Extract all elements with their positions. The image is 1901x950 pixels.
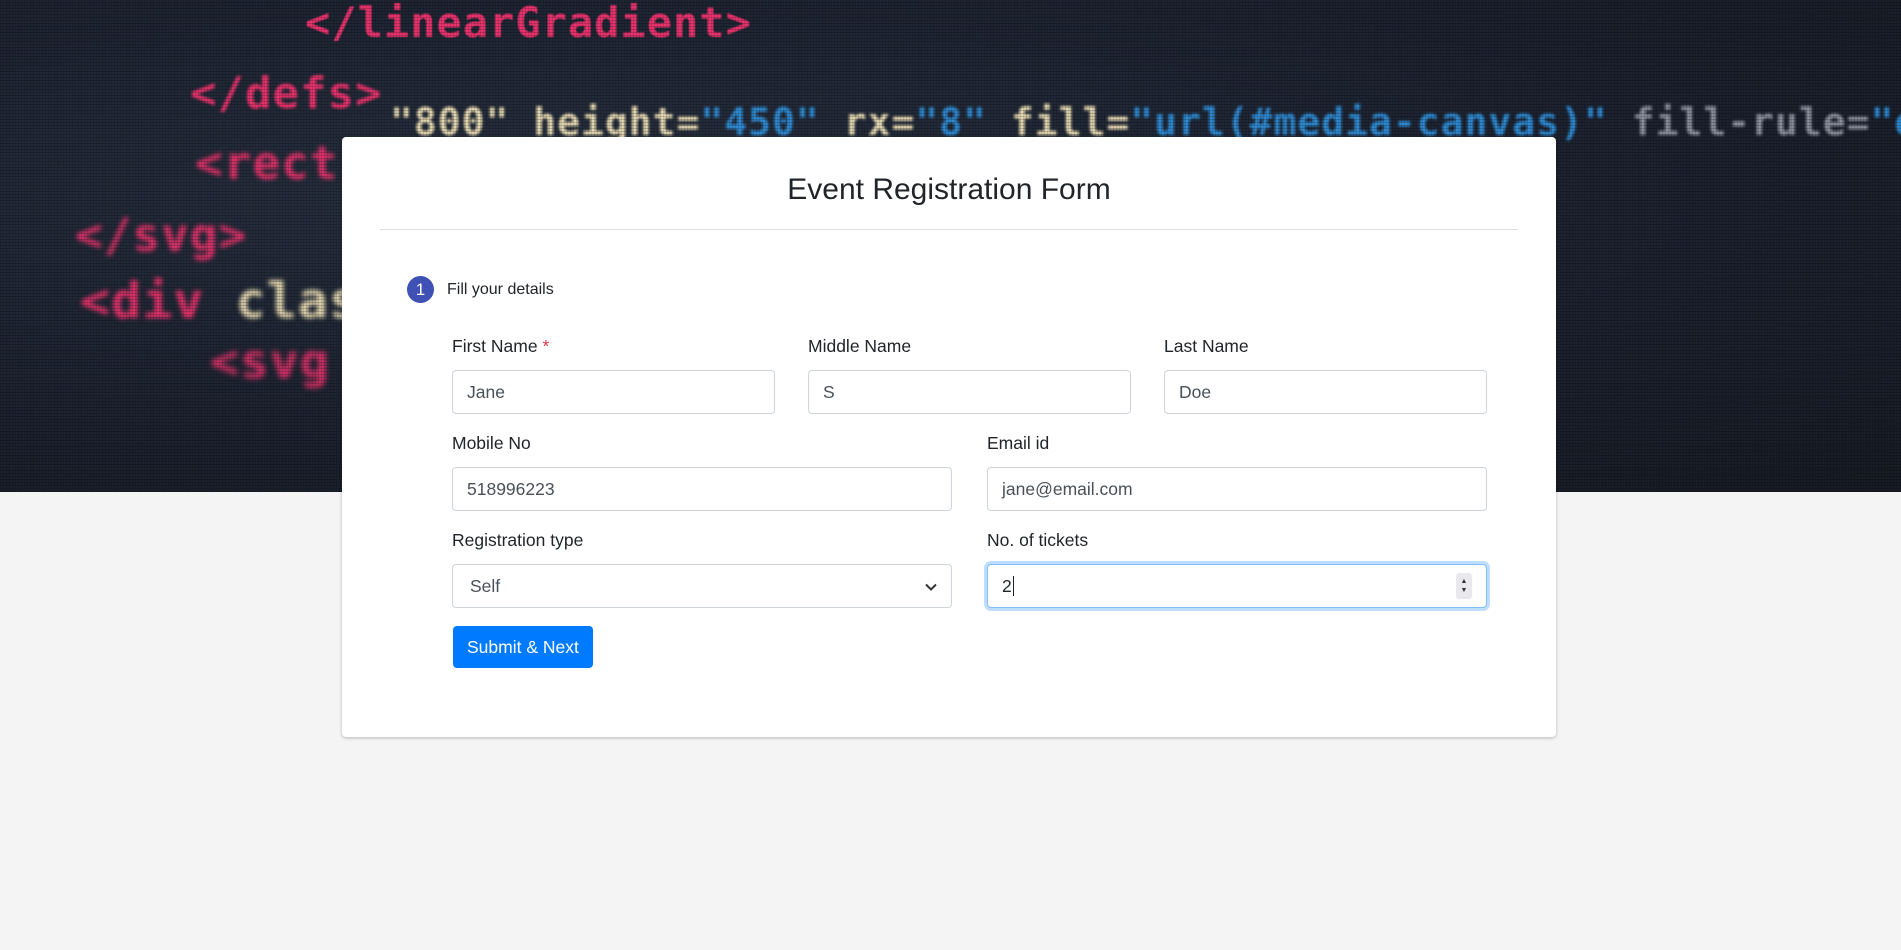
mobile-label: Mobile No bbox=[452, 433, 531, 453]
first-name-input[interactable]: Jane bbox=[452, 370, 775, 414]
last-name-group: Last Name Doe bbox=[1164, 336, 1487, 414]
middle-name-input[interactable]: S bbox=[808, 370, 1131, 414]
code-token: </defs> bbox=[190, 68, 383, 119]
mobile-group: Mobile No 518996223 bbox=[452, 433, 952, 511]
tickets-input[interactable]: 2 ▲ ▼ bbox=[987, 564, 1487, 608]
submit-next-button[interactable]: Submit & Next bbox=[453, 626, 593, 668]
step-indicator: 1 Fill your details bbox=[407, 276, 554, 303]
first-name-label: First Name * bbox=[452, 336, 550, 356]
text-caret bbox=[1012, 576, 1014, 596]
code-line: </defs> bbox=[190, 68, 382, 119]
last-name-label: Last Name bbox=[1164, 336, 1249, 356]
tickets-group: No. of tickets 2 ▲ ▼ bbox=[987, 530, 1487, 608]
email-group: Email id jane@email.com bbox=[987, 433, 1487, 511]
step-number-badge: 1 bbox=[407, 276, 434, 303]
middle-name-label: Middle Name bbox=[808, 336, 912, 356]
title-divider bbox=[380, 229, 1518, 230]
mobile-input[interactable]: 518996223 bbox=[452, 467, 952, 511]
number-spinner[interactable]: ▲ ▼ bbox=[1456, 573, 1472, 599]
code-token: <rect bbox=[195, 136, 339, 190]
spin-up-icon[interactable]: ▲ bbox=[1461, 577, 1468, 586]
code-token: </svg> bbox=[75, 208, 248, 262]
last-name-input[interactable]: Doe bbox=[1164, 370, 1487, 414]
code-line: <rect bbox=[195, 136, 338, 190]
code-token: fill-rule= bbox=[1607, 100, 1871, 144]
middle-name-group: Middle Name S bbox=[808, 336, 1131, 414]
registration-type-label: Registration type bbox=[452, 530, 584, 550]
code-token: <div bbox=[80, 272, 236, 330]
spin-down-icon[interactable]: ▼ bbox=[1461, 586, 1468, 595]
form-title: Event Registration Form bbox=[787, 173, 1111, 206]
required-mark: * bbox=[542, 336, 550, 356]
code-token: "evenodd" bbox=[1870, 100, 1901, 144]
code-line: </linearGradient> bbox=[305, 0, 752, 47]
tickets-label: No. of tickets bbox=[987, 530, 1089, 550]
code-token: <svg bbox=[210, 334, 330, 390]
email-label: Email id bbox=[987, 433, 1050, 453]
first-name-group: First Name * Jane bbox=[452, 336, 775, 414]
step-label: Fill your details bbox=[447, 280, 554, 298]
code-line: <svg bbox=[210, 334, 330, 390]
email-input[interactable]: jane@email.com bbox=[987, 467, 1487, 511]
registration-type-select[interactable]: Self bbox=[452, 564, 952, 608]
code-line: </svg> bbox=[75, 208, 247, 262]
chevron-down-icon bbox=[925, 578, 937, 594]
registration-card: Event Registration Form 1 Fill your deta… bbox=[342, 137, 1556, 737]
registration-type-group: Registration type Self bbox=[452, 530, 952, 608]
code-token: </linearGradient> bbox=[305, 0, 752, 47]
